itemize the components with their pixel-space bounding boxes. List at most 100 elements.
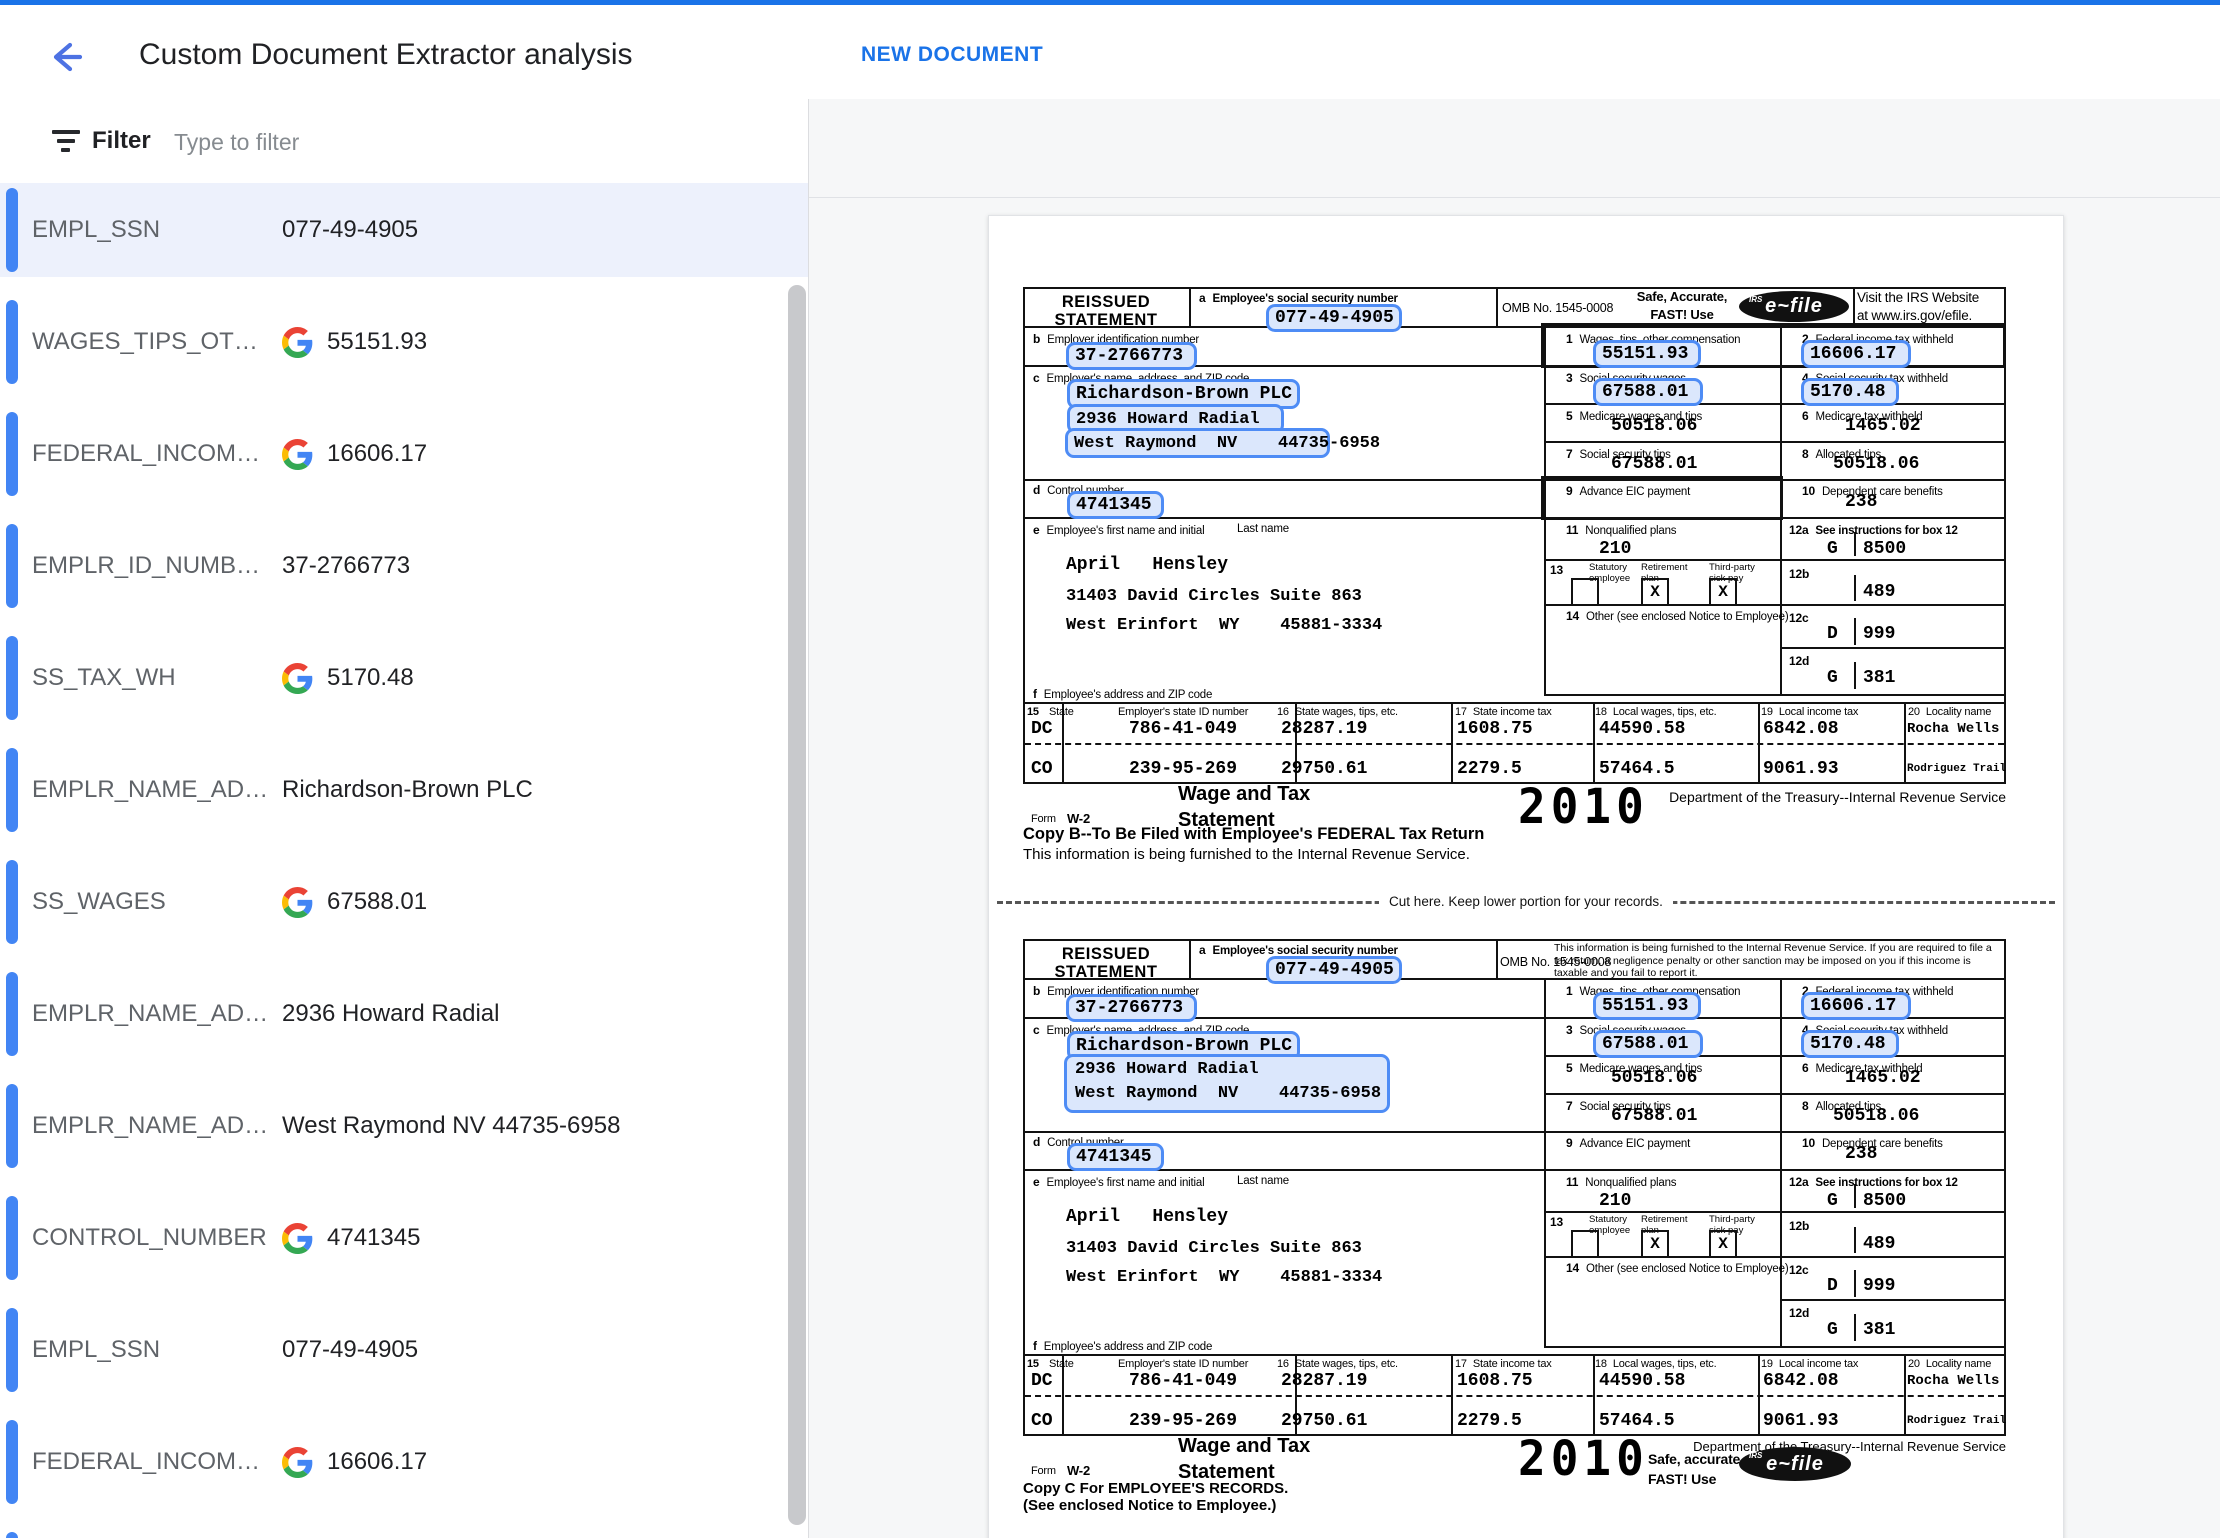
w2-box-b11-label: 11Nonqualified plans — [1566, 523, 1676, 537]
field-row-emplr-name-ad-[interactable]: EMPLR_NAME_AD…2936 Howard Radial — [0, 967, 808, 1061]
field-accent-bar — [6, 860, 18, 944]
state-header-caption: Locality name — [1926, 1358, 1991, 1370]
field-row-emplr-id-numb-[interactable]: EMPLR_ID_NUMB…37-2766773 — [0, 519, 808, 613]
state-header-caption: State wages, tips, etc. — [1295, 1358, 1398, 1370]
google-icon — [282, 887, 313, 918]
box-number: 12c — [1789, 611, 1808, 625]
box-number: b — [1033, 984, 1040, 998]
box3-highlight[interactable]: 67588.01 — [1593, 378, 1703, 406]
box-number: 9 — [1566, 484, 1572, 498]
box4-highlight[interactable]: 5170.48 — [1801, 378, 1899, 406]
box-number: 10 — [1802, 484, 1815, 498]
field-accent-bar — [6, 1084, 18, 1168]
box11-value: 210 — [1599, 1191, 1631, 1211]
copy-line1: Copy B--To Be Filed with Employee's FEDE… — [1023, 825, 1484, 844]
box12b-value: 489 — [1863, 1234, 1895, 1254]
state-header: Employer's state ID number — [1118, 706, 1248, 718]
form-line — [1189, 939, 1191, 978]
back-arrow-icon[interactable] — [44, 35, 88, 79]
box2-highlight[interactable]: 16606.17 — [1801, 992, 1911, 1020]
control-number-highlight[interactable]: 4741345 — [1067, 491, 1164, 519]
w2-box-b13-label: 13 — [1550, 1215, 1570, 1229]
employer-addr2-highlight[interactable]: West Raymond NV 44735-6958 — [1065, 428, 1330, 458]
last-name-caption-label: Last name — [1237, 523, 1289, 535]
employee-name: April Hensley — [1066, 555, 1228, 575]
highlight-value: Richardson-Brown PLC — [1076, 384, 1292, 404]
box-caption: Employee's first name and initial — [1046, 525, 1204, 537]
field-row-ss-tax-wh[interactable]: SS_TAX_WH5170.48 — [0, 631, 808, 725]
box-number: 7 — [1566, 447, 1572, 461]
field-value-text: 37-2766773 — [282, 552, 410, 580]
checkbox-checked[interactable]: X — [1641, 1230, 1669, 1258]
scrollbar-thumb[interactable] — [788, 285, 806, 1525]
w2-box-b12b-label: 12b — [1789, 567, 1816, 581]
field-row-control-number[interactable]: CONTROL_NUMBER4741345 — [0, 1191, 808, 1285]
state-abbrev: DC — [1031, 1371, 1053, 1391]
field-row-ss-wages[interactable]: SS_WAGES67588.01 — [0, 855, 808, 949]
box1-highlight[interactable]: 55151.93 — [1593, 992, 1701, 1020]
highlight-value: 077-49-4905 — [1275, 960, 1394, 980]
ssn-highlight[interactable]: 077-49-4905 — [1266, 956, 1402, 984]
box12a-code: G — [1827, 539, 1838, 559]
state-header-text: 19 — [1761, 1358, 1773, 1370]
state-header-text: Employer's state ID number — [1118, 706, 1248, 718]
box-number: 1 — [1566, 332, 1572, 346]
state-header-text: 15 — [1027, 706, 1039, 718]
state-header: 18Local wages, tips, etc. — [1595, 706, 1716, 718]
tax-year: 2010 — [1518, 778, 1649, 835]
ein-highlight[interactable]: 37-2766773 — [1066, 994, 1197, 1022]
checkbox-checked[interactable]: X — [1709, 578, 1737, 606]
field-row-emplr-name-ad-[interactable]: EMPLR_NAME_AD…Richardson-Brown PLC — [0, 743, 808, 837]
field-row-federal-incom-[interactable]: FEDERAL_INCOM…16606.17 — [0, 1415, 808, 1509]
control-number-highlight[interactable]: 4741345 — [1067, 1143, 1164, 1171]
state-id: 239-95-269 — [1083, 1411, 1283, 1431]
state-header: 16State wages, tips, etc. — [1277, 1358, 1398, 1370]
highlight-value: 5170.48 — [1810, 382, 1886, 402]
employee-addr1: 31403 David Circles Suite 863 — [1066, 587, 1362, 606]
box12a-value: 8500 — [1863, 1191, 1906, 1211]
state-wages: 28287.19 — [1281, 1371, 1367, 1391]
state-wages: 29750.61 — [1281, 759, 1367, 779]
box2-highlight[interactable]: 16606.17 — [1801, 340, 1911, 368]
box-number: 5 — [1566, 1061, 1572, 1075]
field-row-empl-ssn[interactable]: EMPL_SSN077-49-4905 — [0, 1303, 808, 1397]
field-value: 4741345 — [282, 1191, 420, 1285]
form-w2-word-label: Form — [1031, 813, 1056, 825]
field-row-partial[interactable] — [0, 1527, 808, 1538]
box-caption: Advance EIC payment — [1579, 1138, 1690, 1150]
box4-highlight[interactable]: 5170.48 — [1801, 1030, 1899, 1058]
form-line — [1023, 479, 2006, 481]
state-header-text: 17 — [1455, 1358, 1467, 1370]
box-number: a — [1199, 943, 1205, 957]
box-caption: Dependent care benefits — [1822, 486, 1943, 498]
checkbox-checked[interactable]: X — [1709, 1230, 1737, 1258]
checkbox-empty[interactable] — [1571, 1230, 1599, 1258]
box3-highlight[interactable]: 67588.01 — [1593, 1030, 1703, 1058]
box7-value: 67588.01 — [1611, 1106, 1697, 1126]
new-document-button[interactable]: NEW DOCUMENT — [861, 5, 1043, 104]
box12b-value: 489 — [1863, 582, 1895, 602]
box12c-value: 999 — [1863, 624, 1895, 644]
filter-input[interactable] — [172, 117, 736, 167]
box-caption: Other (see enclosed Notice to Employee) — [1586, 611, 1789, 623]
checkbox-empty[interactable] — [1571, 578, 1599, 606]
box12d-code: G — [1827, 668, 1838, 688]
highlight-value: 67588.01 — [1602, 382, 1688, 402]
checkbox-mark: X — [1718, 1235, 1728, 1253]
state-header-text: 19 — [1761, 706, 1773, 718]
checkbox-checked[interactable]: X — [1641, 578, 1669, 606]
state-header-caption: Local wages, tips, etc. — [1613, 706, 1717, 718]
highlight-value: West Raymond NV 44735-6958 — [1075, 1084, 1381, 1103]
employer-address-highlight[interactable]: 2936 Howard RadialWest Raymond NV 44735-… — [1064, 1054, 1390, 1113]
field-row-federal-incom-[interactable]: FEDERAL_INCOM…16606.17 — [0, 407, 808, 501]
box-caption: Other (see enclosed Notice to Employee) — [1586, 1263, 1789, 1275]
state-header-caption: State income tax — [1473, 706, 1552, 718]
field-row-empl-ssn[interactable]: EMPL_SSN077-49-4905 — [0, 183, 808, 277]
ein-highlight[interactable]: 37-2766773 — [1066, 342, 1197, 370]
highlight-value: 4741345 — [1076, 1147, 1152, 1167]
tax-year: 2010 — [1518, 1430, 1649, 1487]
ssn-highlight[interactable]: 077-49-4905 — [1266, 304, 1402, 332]
field-row-wages-tips-ot-[interactable]: WAGES_TIPS_OT…55151.93 — [0, 295, 808, 389]
box1-highlight[interactable]: 55151.93 — [1593, 340, 1701, 368]
field-row-emplr-name-ad-[interactable]: EMPLR_NAME_AD…West Raymond NV 44735-6958 — [0, 1079, 808, 1173]
